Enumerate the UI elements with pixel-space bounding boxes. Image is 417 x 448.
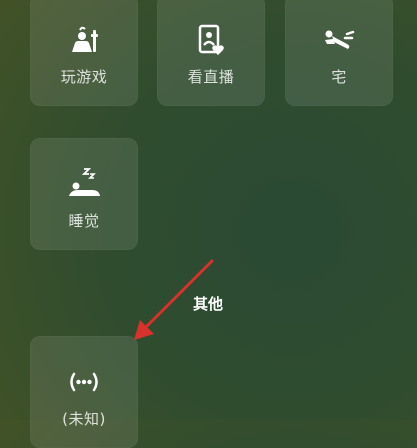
dots-unknown-icon: [70, 372, 98, 392]
sleeping-zzz-icon: [69, 168, 100, 196]
tile-label: 玩游戏: [60, 68, 108, 86]
tile-label: 看直播: [187, 68, 235, 86]
status-tile-playing-games[interactable]: 玩游戏: [30, 0, 138, 106]
live-stream-profile-heart-icon: [198, 24, 224, 55]
status-tile-staying-home[interactable]: 宅: [285, 0, 393, 106]
lying-person-icon: [325, 30, 355, 49]
tile-label: 睡觉: [68, 212, 100, 230]
status-tile-sleeping[interactable]: 睡觉: [30, 138, 138, 250]
status-tile-unknown[interactable]: (未知): [30, 336, 138, 448]
tile-label: (未知): [62, 410, 106, 428]
annotation-label-other: 其他: [193, 295, 224, 313]
status-tile-watching-live[interactable]: 看直播: [157, 0, 265, 106]
gaming-figure-icon: [72, 26, 98, 52]
tile-label: 宅: [331, 68, 347, 86]
